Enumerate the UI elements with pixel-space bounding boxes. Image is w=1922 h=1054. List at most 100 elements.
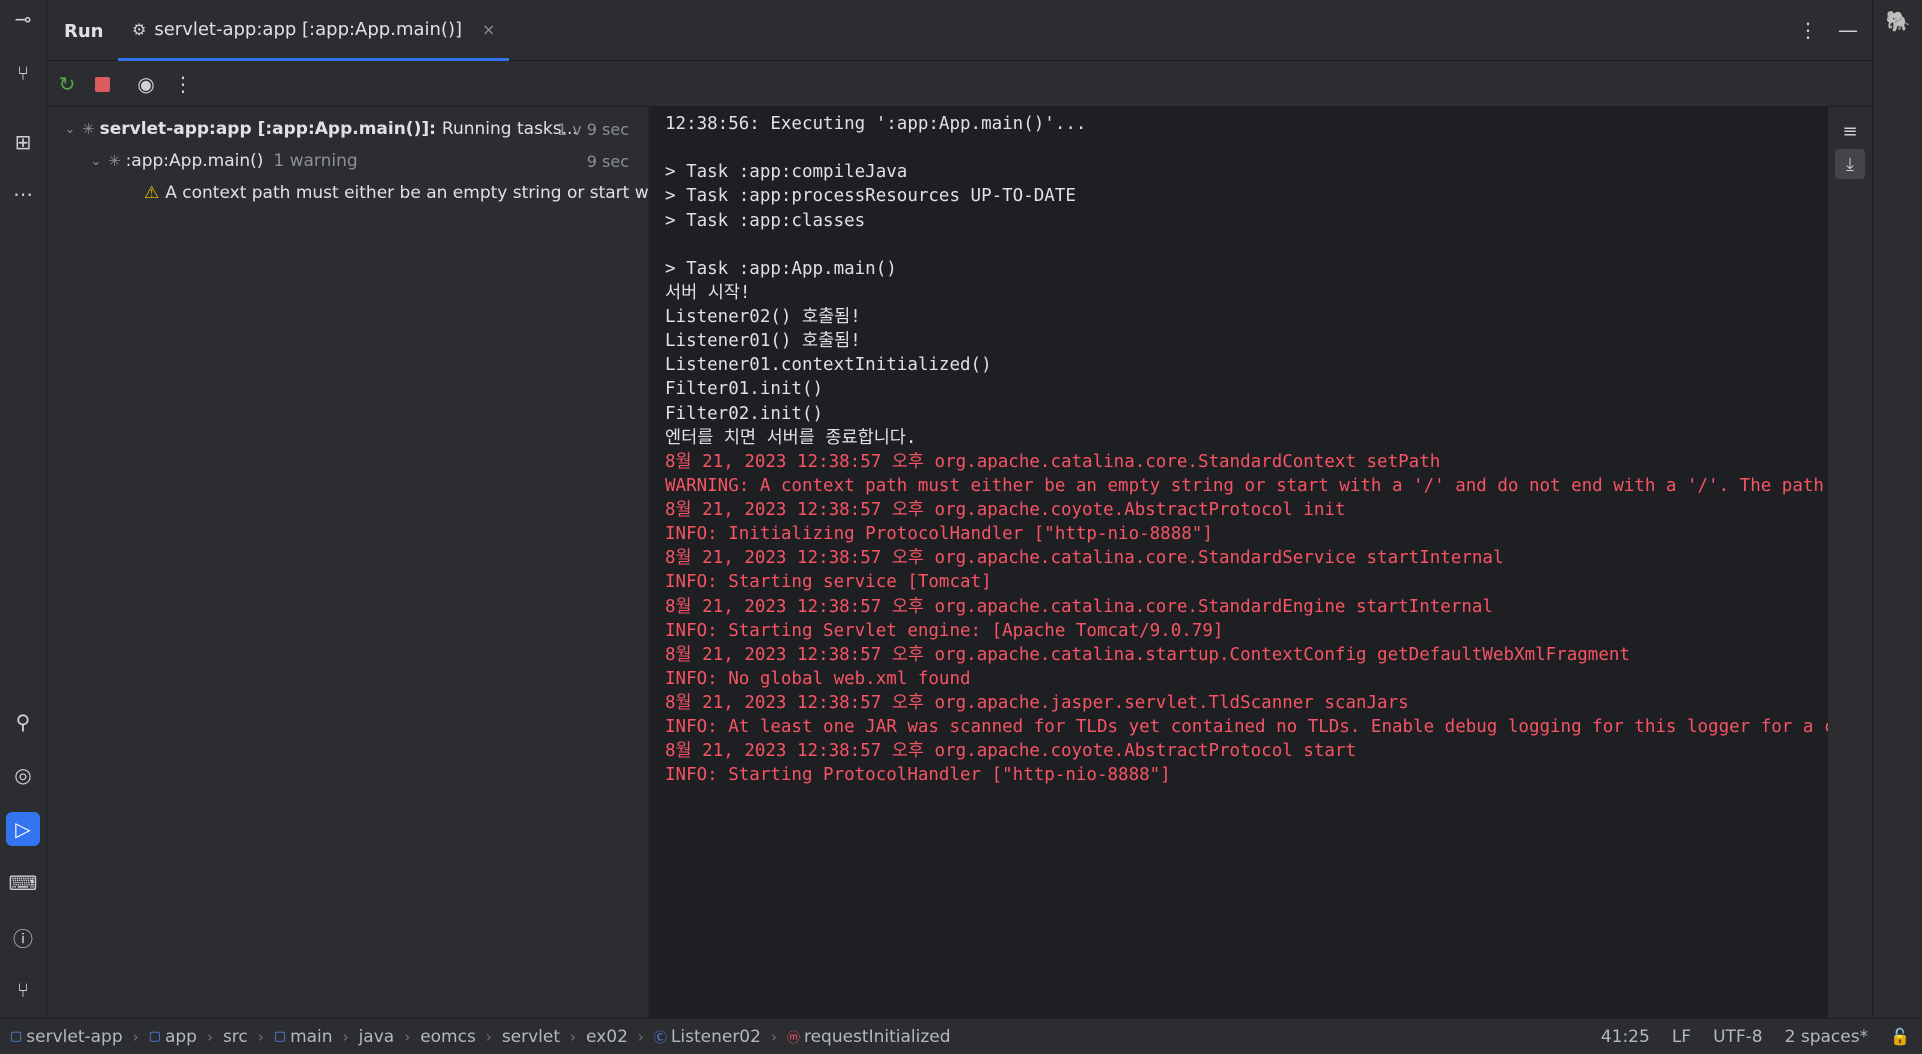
console-line: 8월 21, 2023 12:38:57 오후 org.apache.catal… bbox=[665, 644, 1630, 665]
scroll-to-end-icon[interactable]: ⤓ bbox=[1835, 149, 1865, 179]
breadcrumb-item[interactable]: ▢ servlet-app bbox=[10, 1027, 123, 1047]
breadcrumb-label: main bbox=[290, 1026, 333, 1047]
console-line: Listener01.contextInitialized() bbox=[665, 355, 992, 376]
run-toolbar: ↻ ◉ ⋮ bbox=[47, 61, 1872, 107]
more-options-icon[interactable]: ⋮ bbox=[168, 69, 198, 99]
console-line: INFO: Starting Servlet engine: [Apache T… bbox=[665, 620, 1224, 641]
run-tab-bar: Run ⚙ servlet-app:app [:app:App.main()] … bbox=[47, 0, 1872, 61]
breadcrumb-label: app bbox=[164, 1026, 197, 1047]
tree-root-row[interactable]: ⌄ ✳ servlet-app:app [:app:App.main()]: R… bbox=[47, 114, 648, 144]
status-right: 41:25 LF UTF-8 2 spaces* 🔓 bbox=[1601, 1027, 1910, 1047]
console-line: INFO: Starting service [Tomcat] bbox=[665, 572, 992, 593]
search-icon[interactable]: ⚲ bbox=[6, 705, 40, 739]
chevron-right-icon: › bbox=[770, 1027, 777, 1046]
tab-tools: ⋮ — bbox=[1798, 18, 1858, 42]
console-line: > Task :app:App.main() bbox=[665, 258, 897, 279]
console-line: > Task :app:processResources UP-TO-DATE bbox=[665, 186, 1076, 207]
run-icon[interactable]: ▷ bbox=[6, 812, 40, 846]
more-icon[interactable]: ⋯ bbox=[6, 177, 40, 211]
module-icon: ▢ bbox=[10, 1029, 23, 1044]
chevron-down-icon[interactable]: ⌄ bbox=[63, 122, 77, 137]
tab-label: servlet-app:app [:app:App.main()] bbox=[154, 18, 462, 40]
terminal-icon[interactable]: ⌨ bbox=[6, 866, 40, 900]
spinner-icon: ✳ bbox=[108, 152, 121, 170]
breadcrumb-label: eomcs bbox=[420, 1026, 476, 1047]
console-line: 8월 21, 2023 12:38:57 오후 org.apache.coyot… bbox=[665, 741, 1356, 762]
console-side-toolbar: ≡ ⤓ bbox=[1828, 107, 1872, 1018]
console-line: Listener02() 호출됨! bbox=[665, 307, 861, 327]
console-line: 서버 시작! bbox=[665, 282, 751, 303]
breadcrumb-item[interactable]: ▢ main bbox=[274, 1027, 333, 1047]
commit-icon[interactable]: ⊸ bbox=[6, 2, 40, 36]
console-line: Listener01() 호출됨! bbox=[665, 331, 861, 352]
file-encoding[interactable]: UTF-8 bbox=[1713, 1027, 1763, 1047]
rerun-icon[interactable]: ↻ bbox=[52, 69, 82, 99]
eye-icon[interactable]: ◉ bbox=[131, 69, 161, 99]
tree-child-row[interactable]: ⌄ ✳ :app:App.main() 1 warning 9 sec bbox=[47, 146, 648, 176]
build-tree: ⌄ ✳ servlet-app:app [:app:App.main()]: R… bbox=[47, 107, 649, 1018]
line-ending[interactable]: LF bbox=[1672, 1027, 1691, 1047]
spinner-icon: ✳ bbox=[82, 120, 95, 138]
child-time: 9 sec bbox=[586, 151, 629, 171]
problems-icon[interactable]: ⓘ bbox=[6, 920, 40, 954]
stop-icon[interactable] bbox=[87, 69, 117, 99]
console-line: 8월 21, 2023 12:38:57 오후 org.apache.jaspe… bbox=[665, 693, 1409, 713]
chevron-right-icon: › bbox=[206, 1027, 213, 1046]
breadcrumb-item[interactable]: ▢ app bbox=[149, 1027, 197, 1047]
right-tool-strip: 🐘 bbox=[1872, 0, 1922, 1018]
gradle-icon[interactable]: 🐘 bbox=[1881, 4, 1915, 38]
minimize-icon[interactable]: — bbox=[1838, 18, 1858, 42]
console-output[interactable]: 12:38:56: Executing ':app:App.main()'...… bbox=[650, 107, 1828, 1018]
lock-icon[interactable]: 🔓 bbox=[1890, 1027, 1910, 1046]
breadcrumb-item[interactable]: java bbox=[359, 1027, 395, 1047]
soft-wrap-icon[interactable]: ≡ bbox=[1835, 116, 1865, 146]
breadcrumb-label: ex02 bbox=[586, 1026, 628, 1047]
breadcrumb-item[interactable]: src bbox=[223, 1027, 248, 1047]
structure-icon[interactable]: ⊞ bbox=[6, 125, 40, 159]
chevron-right-icon: › bbox=[570, 1027, 577, 1046]
git-icon[interactable]: ⑂ bbox=[6, 973, 40, 1007]
run-tool-title: Run bbox=[64, 21, 104, 42]
console-line: 8월 21, 2023 12:38:57 오후 org.apache.coyot… bbox=[665, 500, 1346, 520]
warning-text: A context path must either be an empty s… bbox=[165, 183, 649, 203]
method-icon: ⓜ bbox=[786, 1031, 800, 1046]
warning-icon: ⚠ bbox=[144, 183, 160, 203]
breadcrumb-label: servlet-app bbox=[26, 1026, 123, 1047]
caret-position[interactable]: 41:25 bbox=[1601, 1027, 1650, 1047]
indent-setting[interactable]: 2 spaces* bbox=[1785, 1027, 1868, 1047]
console-line: 8월 21, 2023 12:38:57 오후 org.apache.catal… bbox=[665, 548, 1504, 569]
breadcrumb: ▢ servlet-app › ▢ app › src › ▢ main › java › eomcs › s… bbox=[0, 1027, 951, 1047]
console-line: 8월 21, 2023 12:38:57 오후 org.apache.catal… bbox=[665, 451, 1441, 472]
breadcrumb-item[interactable]: ⓜ requestInitialized bbox=[787, 1027, 951, 1047]
tree-warning-row[interactable]: ⚠ A context path must either be an empty… bbox=[47, 178, 649, 208]
breadcrumb-item[interactable]: Ⓒ Listener02 bbox=[654, 1027, 761, 1047]
breadcrumb-item[interactable]: servlet bbox=[502, 1027, 560, 1047]
breadcrumb-item[interactable]: eomcs bbox=[420, 1027, 476, 1047]
options-menu-icon[interactable]: ⋮ bbox=[1798, 18, 1818, 42]
chevron-right-icon: › bbox=[342, 1027, 349, 1046]
status-bar: ▢ servlet-app › ▢ app › src › ▢ main › java › eomcs › s… bbox=[0, 1018, 1922, 1054]
console-line: INFO: At least one JAR was scanned for T… bbox=[665, 717, 1828, 738]
breadcrumb-label: src bbox=[222, 1026, 248, 1047]
breadcrumb-label: requestInitialized bbox=[803, 1026, 951, 1047]
services-icon[interactable]: ◎ bbox=[6, 758, 40, 792]
breadcrumb-item[interactable]: ex02 bbox=[586, 1027, 628, 1047]
close-icon[interactable]: × bbox=[482, 20, 495, 39]
run-config-icon: ⚙ bbox=[132, 19, 147, 39]
console-line: INFO: Initializing ProtocolHandler ["htt… bbox=[665, 524, 1213, 545]
chevron-down-icon[interactable]: ⌄ bbox=[89, 154, 103, 169]
pull-requests-icon[interactable]: ⑂ bbox=[6, 56, 40, 90]
console-lines: 12:38:56: Executing ':app:App.main()'...… bbox=[665, 110, 1828, 786]
console-line: WARNING: A context path must either be a… bbox=[665, 475, 1828, 496]
console-line: INFO: No global web.xml found bbox=[665, 668, 971, 689]
console-line: > Task :app:classes bbox=[665, 210, 866, 231]
chevron-right-icon: › bbox=[132, 1027, 139, 1046]
class-icon: Ⓒ bbox=[653, 1031, 667, 1046]
console-line: 12:38:56: Executing ':app:App.main()'... bbox=[665, 114, 1087, 134]
tab-run-configuration[interactable]: ⚙ servlet-app:app [:app:App.main()] × bbox=[118, 0, 510, 61]
root-title: servlet-app:app [:app:App.main()]: bbox=[99, 119, 436, 139]
breadcrumb-label: servlet bbox=[501, 1026, 561, 1047]
console-line: 엔터를 치면 서버를 종료합니다. bbox=[665, 427, 917, 448]
